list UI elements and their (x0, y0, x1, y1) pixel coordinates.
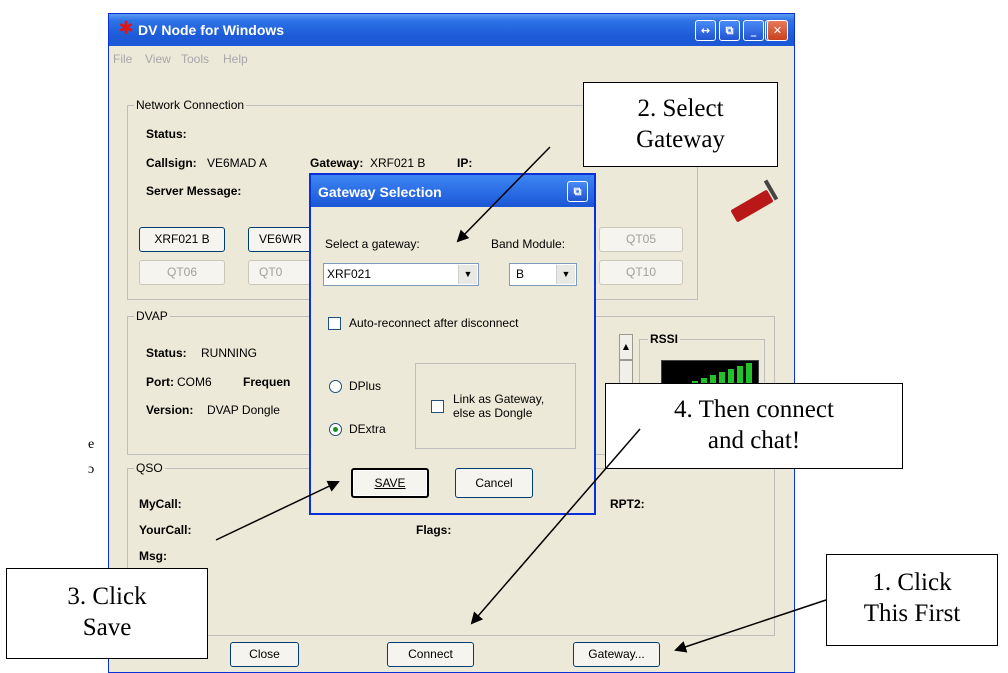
rpt2-label: RPT2: (610, 497, 645, 511)
gateway-settings-button[interactable]: Gateway... (573, 642, 660, 667)
rssi-title: RSSI (648, 332, 681, 346)
dvap-status-value: RUNNING (201, 346, 257, 360)
menu-help[interactable]: Help (223, 52, 248, 66)
ip-label: IP: (457, 156, 473, 170)
title-bar[interactable]: ✱ DV Node for Windows ↔ ⧉ _ □ ✕ (109, 14, 794, 46)
callout-step1: 1. Click This First (826, 554, 998, 646)
callout-line: 2. Select (637, 95, 724, 122)
auto-reconnect-checkbox[interactable] (328, 317, 341, 330)
menu-tools[interactable]: Tools (181, 52, 209, 66)
close-icon[interactable]: ✕ (767, 20, 788, 41)
callsign-label: Callsign: (146, 156, 197, 170)
mycall-label: MyCall: (139, 497, 182, 511)
dialog-title-bar[interactable]: Gateway Selection ⧉ (311, 175, 594, 207)
link-line-1: Link as Gateway, (453, 392, 545, 406)
close-button-label: Close (249, 647, 280, 661)
menu-bar: File View Tools Help (109, 46, 794, 70)
server-message-label: Server Message: (146, 184, 242, 198)
callout-step4: 4. Then connect and chat! (605, 383, 903, 469)
cancel-button-label: Cancel (475, 476, 513, 490)
close-button[interactable]: Close (230, 642, 299, 667)
gateway-button-qt05[interactable]: QT05 (599, 227, 683, 252)
group-title: DVAP (134, 309, 170, 323)
callout-line: 1. Click (872, 569, 952, 596)
dvap-device-icon (730, 189, 774, 223)
group-title: Network Connection (134, 98, 247, 112)
chevron-down-icon[interactable]: ▼ (458, 265, 477, 284)
version-label: Version: (146, 403, 194, 417)
dextra-radio[interactable] (329, 423, 342, 436)
port-label: Port: (146, 375, 174, 389)
msg-label: Msg: (139, 549, 167, 563)
callout-step2: 2. Select Gateway (583, 82, 778, 167)
app-icon: ✱ (118, 18, 134, 39)
gateway-button-xrf021b[interactable]: XRF021 B (139, 227, 225, 252)
network-status-label: Status: (146, 127, 187, 141)
dextra-label: DExtra (349, 422, 386, 436)
callout-line: This First (863, 600, 961, 627)
auto-reconnect-label: Auto-reconnect after disconnect (349, 316, 519, 330)
group-title: QSO (134, 461, 165, 475)
chevron-down-icon[interactable]: ▼ (556, 265, 575, 284)
menu-file[interactable]: File (113, 52, 132, 66)
gateway-label: Gateway: (310, 156, 364, 170)
menu-view[interactable]: View (145, 52, 171, 66)
yourcall-label: YourCall: (139, 523, 192, 537)
callout-line: Gateway (636, 126, 725, 153)
callout-line: 4. Then connect (674, 396, 834, 423)
doc-fragment: ɔ (88, 462, 95, 477)
select-gateway-label: Select a gateway: (325, 237, 420, 251)
pin-icon[interactable]: ⧉ (719, 20, 740, 41)
gateway-selection-dialog: Gateway Selection ⧉ Select a gateway: Ba… (309, 173, 596, 515)
window-title: DV Node for Windows (138, 22, 285, 38)
dialog-title: Gateway Selection (318, 184, 442, 200)
version-value: DVAP Dongle (207, 403, 280, 417)
gateway-select-value: XRF021 (327, 267, 372, 281)
gateway-button-ve6wr[interactable]: VE6WR (248, 227, 312, 252)
link-line-2: else as Dongle (453, 406, 533, 420)
gateway-button-qt10[interactable]: QT10 (599, 260, 683, 285)
band-module-label: Band Module: (491, 237, 566, 251)
gateway-select[interactable]: XRF021 ▼ (323, 263, 479, 286)
flags-label: Flags: (416, 523, 452, 537)
band-module-select[interactable]: B ▼ (509, 263, 577, 286)
save-button[interactable]: SAVE (351, 468, 429, 498)
callout-line: 3. Click (67, 583, 147, 610)
link-as-gateway-checkbox[interactable] (431, 400, 444, 413)
frequency-label: Frequen (243, 375, 291, 389)
gateway-value: XRF021 B (370, 156, 426, 170)
cancel-button[interactable]: Cancel (455, 468, 533, 498)
callout-line: and chat! (707, 427, 801, 454)
link-as-gateway-label: Link as Gateway, else as Dongle (453, 392, 544, 420)
callout-step3: 3. Click Save (6, 568, 208, 659)
restore-arrows-icon[interactable]: ↔ (695, 20, 716, 41)
dialog-pin-icon[interactable]: ⧉ (567, 181, 588, 202)
dvap-status-label: Status: (146, 346, 187, 360)
connect-button[interactable]: Connect (387, 642, 474, 667)
band-module-value: B (516, 267, 525, 281)
callsign-value: VE6MAD A (207, 156, 268, 170)
scroll-up-button[interactable]: ▲ (619, 334, 633, 360)
dplus-radio[interactable] (329, 380, 342, 393)
port-value: COM6 (177, 375, 212, 389)
gateway-button-qt06[interactable]: QT06 (139, 260, 225, 285)
save-button-label: SAVE (374, 476, 406, 490)
dplus-label: DPlus (349, 379, 382, 393)
gateway-button-qt07[interactable]: QT0 (248, 260, 312, 285)
doc-fragment: e (88, 437, 95, 452)
minimize-icon[interactable]: _ (743, 20, 764, 41)
callout-line: Save (82, 614, 132, 641)
